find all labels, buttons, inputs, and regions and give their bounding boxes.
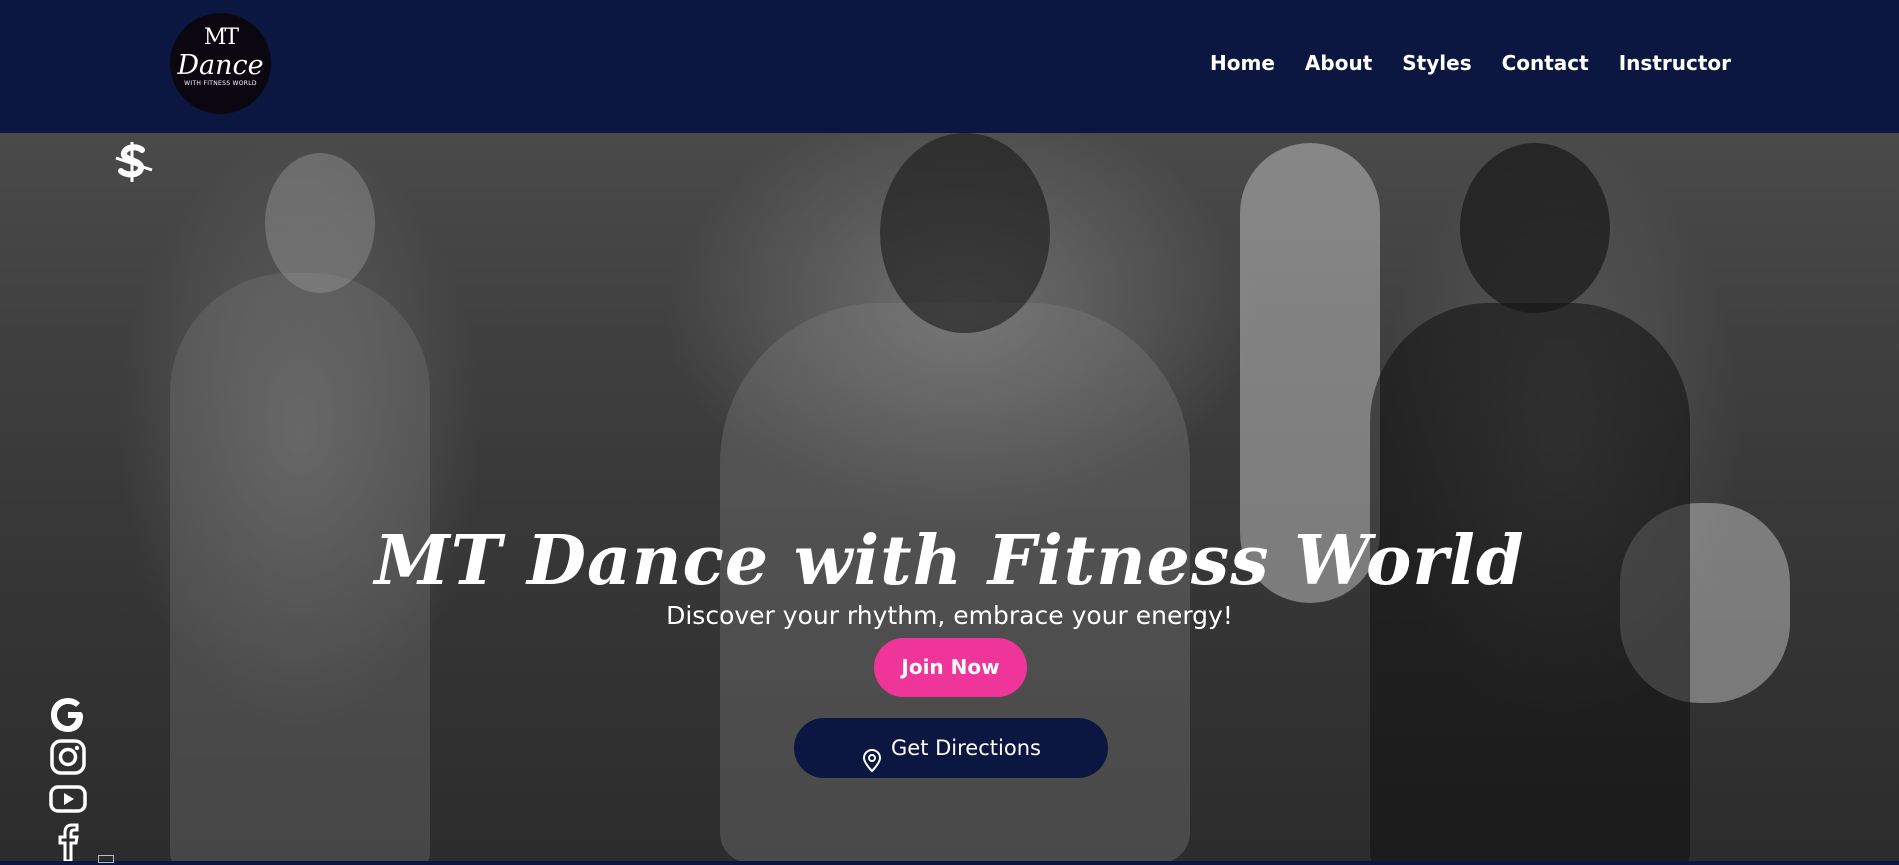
nav-about[interactable]: About [1305, 48, 1372, 78]
hero-photo-dancer-right-head [1460, 143, 1610, 313]
map-pin-icon [861, 736, 883, 773]
nav-styles[interactable]: Styles [1402, 48, 1471, 78]
instagram-icon[interactable] [48, 737, 88, 777]
youtube-icon[interactable] [48, 779, 88, 819]
join-now-button[interactable]: Join Now [874, 638, 1027, 697]
get-directions-button[interactable]: Get Directions [794, 718, 1108, 778]
logo-mt-text: MT [203, 25, 239, 50]
get-directions-label: Get Directions [891, 736, 1041, 760]
hero-title: MT Dance with Fitness World [374, 520, 1525, 601]
hero-subtitle: Discover your rhythm, embrace your energ… [666, 601, 1233, 630]
hero-photo-dancer-left-head [265, 153, 375, 293]
logo-dance-text: Dance [177, 50, 264, 81]
nav-home[interactable]: Home [1210, 48, 1275, 78]
hero-photo-dancer-center-head [880, 133, 1050, 333]
facebook-icon[interactable] [48, 821, 88, 863]
brand-logo[interactable]: MT Dance WITH FITNESS WORLD [170, 13, 271, 114]
dollar-sign-icon[interactable] [108, 140, 158, 188]
site-header: MT Dance WITH FITNESS WORLD Home About S… [0, 0, 1899, 133]
google-icon[interactable] [48, 695, 88, 735]
nav-contact[interactable]: Contact [1502, 48, 1589, 78]
logo-subtitle: WITH FITNESS WORLD [184, 80, 257, 87]
scroll-indicator [98, 855, 114, 863]
main-nav: Home About Styles Contact Instructor [1180, 48, 1731, 78]
nav-instructor[interactable]: Instructor [1619, 48, 1731, 78]
